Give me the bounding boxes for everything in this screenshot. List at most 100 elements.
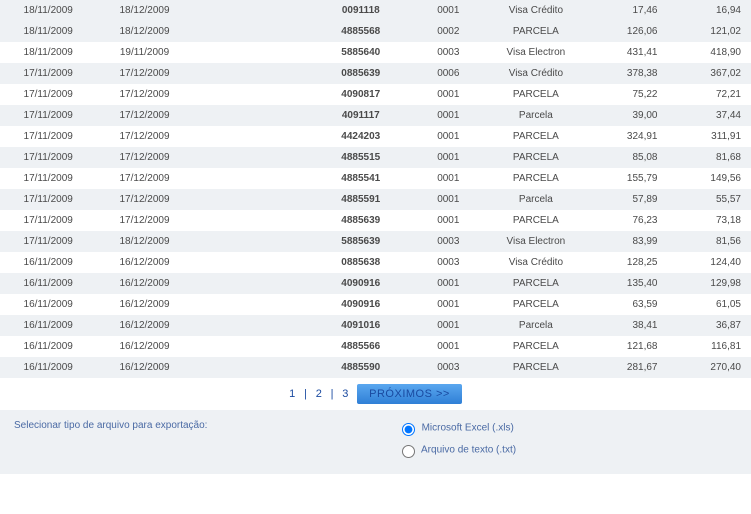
cell-val1: 155,79 — [584, 168, 667, 189]
cell-doc: 0885638 — [313, 252, 409, 273]
cell-seq: 0001 — [409, 147, 488, 168]
cell-date2: 17/12/2009 — [96, 147, 192, 168]
cell-empty — [193, 126, 313, 147]
cell-seq: 0001 — [409, 0, 488, 21]
cell-date1: 17/11/2009 — [0, 210, 96, 231]
cell-doc: 4885590 — [313, 357, 409, 378]
cell-type: Visa Crédito — [488, 0, 584, 21]
cell-type: Visa Electron — [488, 231, 584, 252]
page-link-1[interactable]: 1 — [289, 388, 295, 400]
export-radio-txt[interactable] — [402, 445, 415, 458]
cell-seq: 0001 — [409, 273, 488, 294]
cell-date2: 16/12/2009 — [96, 315, 192, 336]
table-row: 16/11/200916/12/200908856380003Visa Créd… — [0, 252, 751, 273]
cell-val2: 270,40 — [667, 357, 751, 378]
export-section: Selecionar tipo de arquivo para exportaç… — [0, 410, 751, 474]
cell-val1: 83,99 — [584, 231, 667, 252]
cell-val2: 149,56 — [667, 168, 751, 189]
cell-date2: 16/12/2009 — [96, 273, 192, 294]
table-row: 16/11/200916/12/200948855900003PARCELA28… — [0, 357, 751, 378]
cell-val2: 124,40 — [667, 252, 751, 273]
table-row: 17/11/200917/12/200908856390006Visa Créd… — [0, 63, 751, 84]
cell-doc: 4885568 — [313, 21, 409, 42]
cell-empty — [193, 84, 313, 105]
cell-date2: 16/12/2009 — [96, 357, 192, 378]
export-option-xls: Microsoft Excel (.xls) — [422, 423, 514, 434]
cell-seq: 0006 — [409, 63, 488, 84]
cell-val1: 39,00 — [584, 105, 667, 126]
cell-seq: 0001 — [409, 126, 488, 147]
cell-val1: 431,41 — [584, 42, 667, 63]
cell-val1: 85,08 — [584, 147, 667, 168]
cell-val2: 81,56 — [667, 231, 751, 252]
cell-date1: 17/11/2009 — [0, 84, 96, 105]
table-row: 18/11/200919/11/200958856400003Visa Elec… — [0, 42, 751, 63]
cell-empty — [193, 63, 313, 84]
cell-date1: 18/11/2009 — [0, 42, 96, 63]
cell-date2: 16/12/2009 — [96, 252, 192, 273]
separator: | — [331, 388, 334, 400]
cell-type: Parcela — [488, 315, 584, 336]
cell-date1: 17/11/2009 — [0, 168, 96, 189]
cell-date1: 17/11/2009 — [0, 231, 96, 252]
cell-date2: 17/12/2009 — [96, 126, 192, 147]
table-row: 17/11/200917/12/200948855910001Parcela57… — [0, 189, 751, 210]
separator: | — [304, 388, 307, 400]
cell-type: Parcela — [488, 189, 584, 210]
page-link-3[interactable]: 3 — [342, 388, 348, 400]
cell-date1: 17/11/2009 — [0, 105, 96, 126]
cell-doc: 5885639 — [313, 231, 409, 252]
cell-empty — [193, 168, 313, 189]
cell-val2: 129,98 — [667, 273, 751, 294]
cell-empty — [193, 336, 313, 357]
cell-type: PARCELA — [488, 273, 584, 294]
cell-val2: 311,91 — [667, 126, 751, 147]
cell-type: PARCELA — [488, 210, 584, 231]
cell-date2: 17/12/2009 — [96, 168, 192, 189]
cell-val2: 72,21 — [667, 84, 751, 105]
table-row: 17/11/200917/12/200948855410001PARCELA15… — [0, 168, 751, 189]
table-row: 17/11/200917/12/200940908170001PARCELA75… — [0, 84, 751, 105]
cell-doc: 4885566 — [313, 336, 409, 357]
cell-doc: 4885639 — [313, 210, 409, 231]
cell-val1: 324,91 — [584, 126, 667, 147]
cell-val1: 57,89 — [584, 189, 667, 210]
cell-doc: 4885541 — [313, 168, 409, 189]
cell-type: PARCELA — [488, 147, 584, 168]
table-row: 17/11/200917/12/200948856390001PARCELA76… — [0, 210, 751, 231]
cell-val1: 378,38 — [584, 63, 667, 84]
cell-val2: 367,02 — [667, 63, 751, 84]
cell-empty — [193, 315, 313, 336]
export-radio-xls[interactable] — [402, 423, 415, 436]
cell-empty — [193, 210, 313, 231]
cell-seq: 0003 — [409, 252, 488, 273]
cell-type: PARCELA — [488, 21, 584, 42]
cell-seq: 0002 — [409, 21, 488, 42]
cell-empty — [193, 42, 313, 63]
cell-date1: 16/11/2009 — [0, 273, 96, 294]
cell-val1: 281,67 — [584, 357, 667, 378]
cell-val2: 81,68 — [667, 147, 751, 168]
cell-date2: 16/12/2009 — [96, 336, 192, 357]
cell-doc: 4091117 — [313, 105, 409, 126]
table-row: 16/11/200916/12/200940910160001Parcela38… — [0, 315, 751, 336]
cell-date2: 17/12/2009 — [96, 105, 192, 126]
cell-val1: 121,68 — [584, 336, 667, 357]
cell-doc: 4090916 — [313, 273, 409, 294]
cell-val2: 73,18 — [667, 210, 751, 231]
cell-type: PARCELA — [488, 168, 584, 189]
cell-date2: 17/12/2009 — [96, 63, 192, 84]
cell-date1: 16/11/2009 — [0, 315, 96, 336]
cell-type: PARCELA — [488, 84, 584, 105]
cell-val2: 16,94 — [667, 0, 751, 21]
cell-date2: 17/12/2009 — [96, 210, 192, 231]
cell-date2: 17/12/2009 — [96, 84, 192, 105]
cell-val1: 135,40 — [584, 273, 667, 294]
next-button[interactable]: PRÓXIMOS >> — [357, 384, 462, 404]
cell-val1: 128,25 — [584, 252, 667, 273]
transactions-table: 18/11/200918/12/200900911180001Visa Créd… — [0, 0, 751, 378]
cell-doc: 4885591 — [313, 189, 409, 210]
cell-empty — [193, 147, 313, 168]
page-link-2[interactable]: 2 — [316, 388, 322, 400]
cell-doc: 0091118 — [313, 0, 409, 21]
